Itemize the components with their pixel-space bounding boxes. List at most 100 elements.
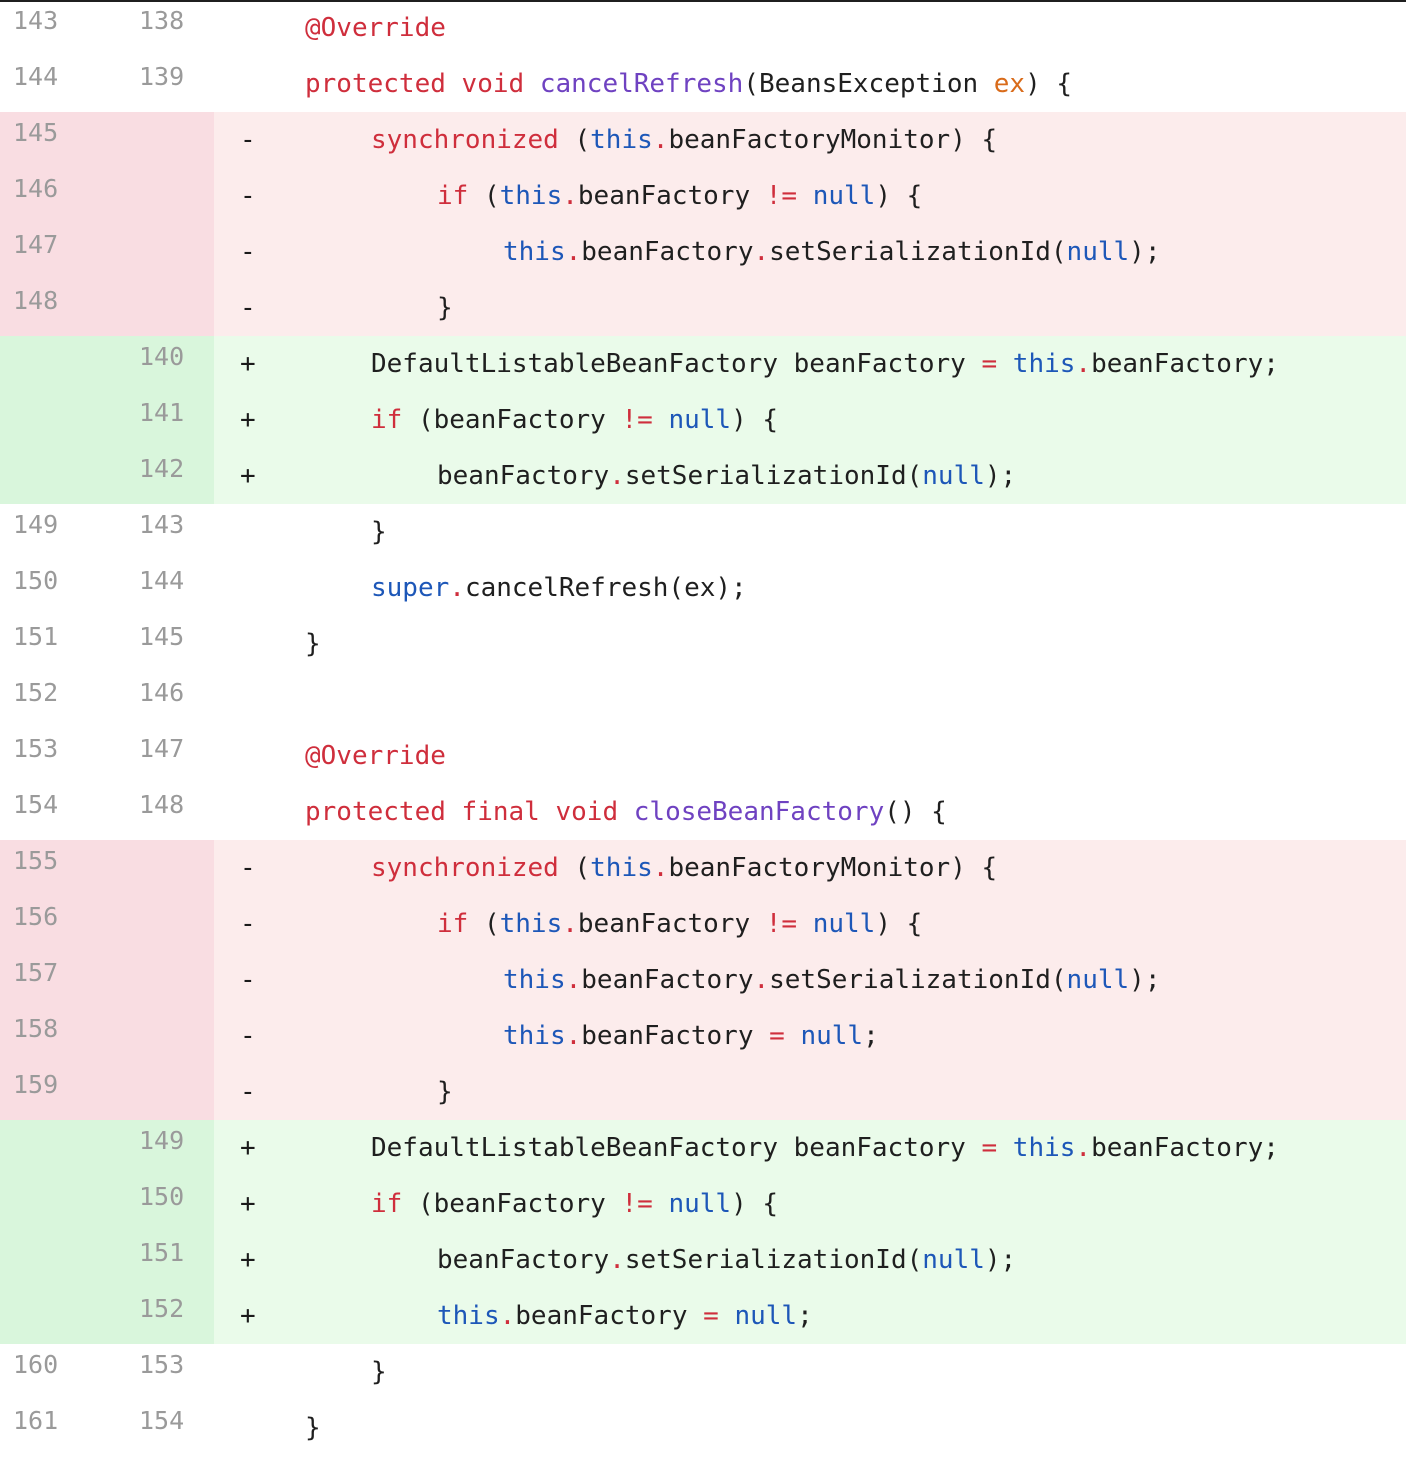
old-line-number[interactable]	[0, 1232, 126, 1288]
diff-line-context: 154 148 protected final void closeBeanFact…	[0, 784, 1406, 840]
new-line-number[interactable]: 148	[126, 784, 214, 840]
old-line-number[interactable]: 156	[0, 896, 126, 952]
code-text: synchronized (this.beanFactoryMonitor) {	[280, 840, 1406, 896]
code-text: }	[280, 1400, 1406, 1456]
new-line-number[interactable]	[126, 1008, 214, 1064]
diff-line-removed: 158- this.beanFactory = null;	[0, 1008, 1406, 1064]
diff-view: 143 138 @Override 144 139 protected void canc…	[0, 0, 1406, 1456]
new-line-number[interactable]: 153	[126, 1344, 214, 1400]
new-line-number[interactable]: 144	[126, 560, 214, 616]
diff-line-removed: 157- this.beanFactory.setSerializationId(…	[0, 952, 1406, 1008]
old-line-number[interactable]: 148	[0, 280, 126, 336]
old-line-number[interactable]: 157	[0, 952, 126, 1008]
new-line-number[interactable]	[126, 280, 214, 336]
code-token: (beanFactory	[402, 1189, 622, 1219]
new-line-number[interactable]: 138	[126, 0, 214, 56]
code-token: );	[1129, 237, 1161, 267]
old-line-number[interactable]	[0, 392, 126, 448]
new-line-number[interactable]: 145	[126, 616, 214, 672]
old-line-number[interactable]	[0, 1176, 126, 1232]
new-line-number[interactable]: 146	[126, 672, 214, 728]
code-token: beanFactory	[581, 237, 754, 267]
code-text: }	[280, 280, 1406, 336]
code-text: DefaultListableBeanFactory beanFactory =…	[280, 336, 1406, 392]
old-line-number[interactable]: 145	[0, 112, 126, 168]
old-line-number[interactable]: 150	[0, 560, 126, 616]
code-token: null	[734, 1301, 798, 1331]
code-token: beanFactory	[581, 1021, 770, 1051]
code-token: beanFactoryMonitor) {	[668, 853, 998, 883]
old-line-number[interactable]: 161	[0, 1400, 126, 1456]
code-token: null	[1066, 965, 1130, 995]
new-line-number[interactable]: 150	[126, 1176, 214, 1232]
code-token: ex	[993, 69, 1026, 99]
code-token: DefaultListableBeanFactory beanFactory	[371, 1133, 982, 1163]
old-line-number[interactable]: 152	[0, 672, 126, 728]
diff-marker	[214, 728, 280, 784]
old-line-number[interactable]: 146	[0, 168, 126, 224]
diff-marker: -	[240, 853, 256, 883]
diff-line-context: 161 154}	[0, 1400, 1406, 1456]
code-token: @Override	[305, 13, 446, 43]
diff-line-context: 144 139 protected void cancelRefresh(Beans…	[0, 56, 1406, 112]
new-line-number[interactable]	[126, 952, 214, 1008]
new-line-number[interactable]: 154	[126, 1400, 214, 1456]
new-line-number[interactable]: 142	[126, 448, 214, 504]
code-token: setSerializationId(	[769, 237, 1067, 267]
new-line-number[interactable]	[126, 168, 214, 224]
code-text: this.beanFactory = null;	[280, 1288, 1406, 1344]
code-token: !=	[621, 405, 653, 435]
old-line-number[interactable]: 151	[0, 616, 126, 672]
old-line-number[interactable]: 158	[0, 1008, 126, 1064]
old-line-number[interactable]: 143	[0, 0, 126, 56]
new-line-number[interactable]	[126, 840, 214, 896]
diff-marker	[214, 56, 280, 112]
old-line-number[interactable]: 147	[0, 224, 126, 280]
old-line-number[interactable]	[0, 448, 126, 504]
old-line-number[interactable]: 159	[0, 1064, 126, 1120]
code-token: (beanFactory	[402, 405, 622, 435]
old-line-number[interactable]: 144	[0, 56, 126, 112]
code-token: .	[1075, 1133, 1092, 1163]
code-token: void	[555, 797, 619, 827]
old-line-number[interactable]: 154	[0, 784, 126, 840]
diff-marker: +	[240, 1133, 256, 1163]
old-line-number[interactable]: 149	[0, 504, 126, 560]
code-token: (	[468, 909, 500, 939]
code-token: void	[461, 69, 525, 99]
new-line-number[interactable]: 152	[126, 1288, 214, 1344]
old-line-number[interactable]	[0, 1120, 126, 1176]
new-line-number[interactable]	[126, 224, 214, 280]
old-line-number[interactable]	[0, 1288, 126, 1344]
code-token: ) {	[1025, 69, 1073, 99]
old-line-number[interactable]	[0, 336, 126, 392]
new-line-number[interactable]: 147	[126, 728, 214, 784]
old-line-number[interactable]: 155	[0, 840, 126, 896]
code-token: if	[437, 181, 469, 211]
code-token: =	[981, 1133, 998, 1163]
new-line-number[interactable]: 139	[126, 56, 214, 112]
code-token: this	[437, 1301, 500, 1331]
new-line-number[interactable]: 143	[126, 504, 214, 560]
code-token: );	[984, 1245, 1017, 1275]
code-token: null	[922, 1245, 985, 1275]
new-line-number[interactable]: 151	[126, 1232, 214, 1288]
new-line-number[interactable]	[126, 112, 214, 168]
new-line-number[interactable]	[126, 1064, 214, 1120]
new-line-number[interactable]: 141	[126, 392, 214, 448]
new-line-number[interactable]	[126, 896, 214, 952]
new-line-number[interactable]: 140	[126, 336, 214, 392]
code-token: ) {	[731, 405, 779, 435]
diff-line-removed: 147- this.beanFactory.setSerializationId(…	[0, 224, 1406, 280]
code-token: this	[503, 965, 566, 995]
code-token: .	[652, 125, 669, 155]
old-line-number[interactable]: 160	[0, 1344, 126, 1400]
code-token: beanFactory	[581, 965, 754, 995]
code-text: }	[280, 616, 1406, 672]
code-token: setSerializationId(	[624, 461, 923, 491]
old-line-number[interactable]: 153	[0, 728, 126, 784]
new-line-number[interactable]: 149	[126, 1120, 214, 1176]
